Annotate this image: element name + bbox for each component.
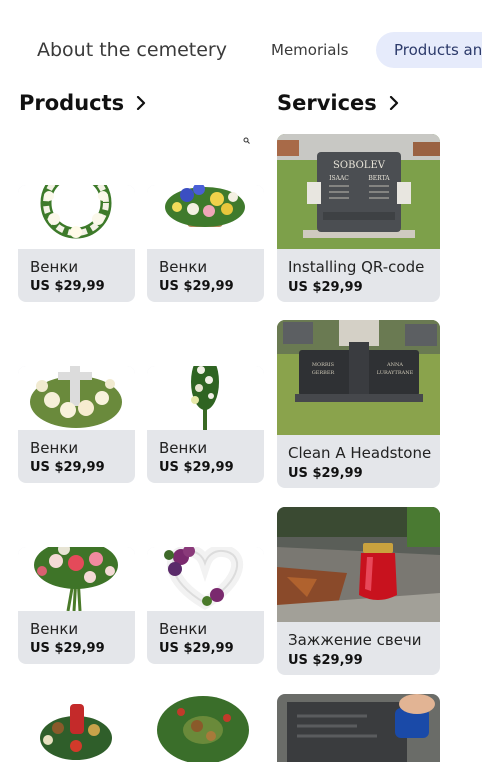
product-card[interactable] [147, 682, 264, 762]
spray-bouquet-image [147, 366, 264, 430]
bouquet-image [147, 185, 264, 249]
service-card[interactable]: SOBOLEV ISAAC BERTA Installing QR-code U… [277, 134, 440, 302]
headstone-surname: SOBOLEV [333, 160, 386, 171]
product-card[interactable]: Венки US $29,99 [18, 547, 135, 664]
service-name: Clean A Headstone [288, 444, 432, 462]
wiping-headstone-image [277, 694, 440, 762]
product-price: US $29,99 [159, 279, 234, 294]
chevron-right-icon [137, 96, 146, 110]
headstone-left-name: MORRIS [312, 362, 335, 368]
tab-products-and-services[interactable]: Products and [376, 32, 482, 68]
top-tabs: About the cemetery Memorials Products an… [0, 32, 482, 68]
service-name: Installing QR-code [288, 258, 425, 276]
service-name: Зажжение свечи [288, 631, 422, 649]
service-price: US $29,99 [288, 280, 363, 295]
headstone-right-name: ANNA [386, 362, 403, 368]
chevron-right-icon [389, 96, 398, 110]
clean-headstone-image: MORRIS GERBER ANNA LURAYTRANE [277, 320, 440, 435]
tab-memorials[interactable]: Memorials [271, 32, 348, 68]
product-name: Венки [159, 439, 208, 457]
service-price: US $29,99 [288, 466, 363, 481]
lily-bouquet-image [18, 547, 135, 612]
candle-lighting-image [277, 507, 440, 622]
service-card[interactable]: Зажжение свечи US $29,99 [277, 507, 440, 675]
heart-wreath-image [147, 547, 264, 611]
product-name: Венки [159, 258, 208, 276]
product-name: Венки [30, 620, 79, 638]
services-header[interactable]: Services [277, 88, 399, 118]
headstone-name-left: ISAAC [329, 175, 349, 182]
tab-about-cemetery[interactable]: About the cemetery [37, 32, 227, 68]
product-card[interactable]: Венки US $29,99 [147, 366, 264, 483]
wreath-image [18, 185, 135, 249]
qr-headstone-image: SOBOLEV ISAAC BERTA [277, 134, 440, 249]
product-card[interactable]: Венки US $29,99 [18, 185, 135, 302]
product-name: Венки [159, 620, 208, 638]
product-price: US $29,99 [30, 460, 105, 475]
product-price: US $29,99 [159, 641, 234, 656]
products-title: Products [19, 91, 125, 115]
headstone-right-surname: LURAYTRANE [377, 370, 414, 376]
product-card[interactable]: Венки US $29,99 [147, 185, 264, 302]
zoom-icon[interactable] [243, 137, 250, 144]
cross-arrangement-image [18, 366, 135, 430]
product-card[interactable] [18, 682, 135, 762]
products-header[interactable]: Products [19, 88, 146, 118]
service-card[interactable]: MORRIS GERBER ANNA LURAYTRANE Clean A He… [277, 320, 440, 488]
product-card[interactable]: Венки US $29,99 [147, 547, 264, 664]
service-price: US $29,99 [288, 653, 363, 668]
services-title: Services [277, 91, 377, 115]
product-price: US $29,99 [30, 279, 105, 294]
evergreen-wreath-image [157, 696, 249, 762]
product-price: US $29,99 [30, 641, 105, 656]
headstone-left-surname: GERBER [312, 370, 335, 376]
product-name: Венки [30, 258, 79, 276]
product-name: Венки [30, 439, 79, 457]
service-card[interactable] [277, 694, 440, 762]
headstone-name-right: BERTA [368, 175, 390, 182]
product-card[interactable]: Венки US $29,99 [18, 366, 135, 483]
christmas-wreath-image [40, 704, 112, 760]
product-price: US $29,99 [159, 460, 234, 475]
